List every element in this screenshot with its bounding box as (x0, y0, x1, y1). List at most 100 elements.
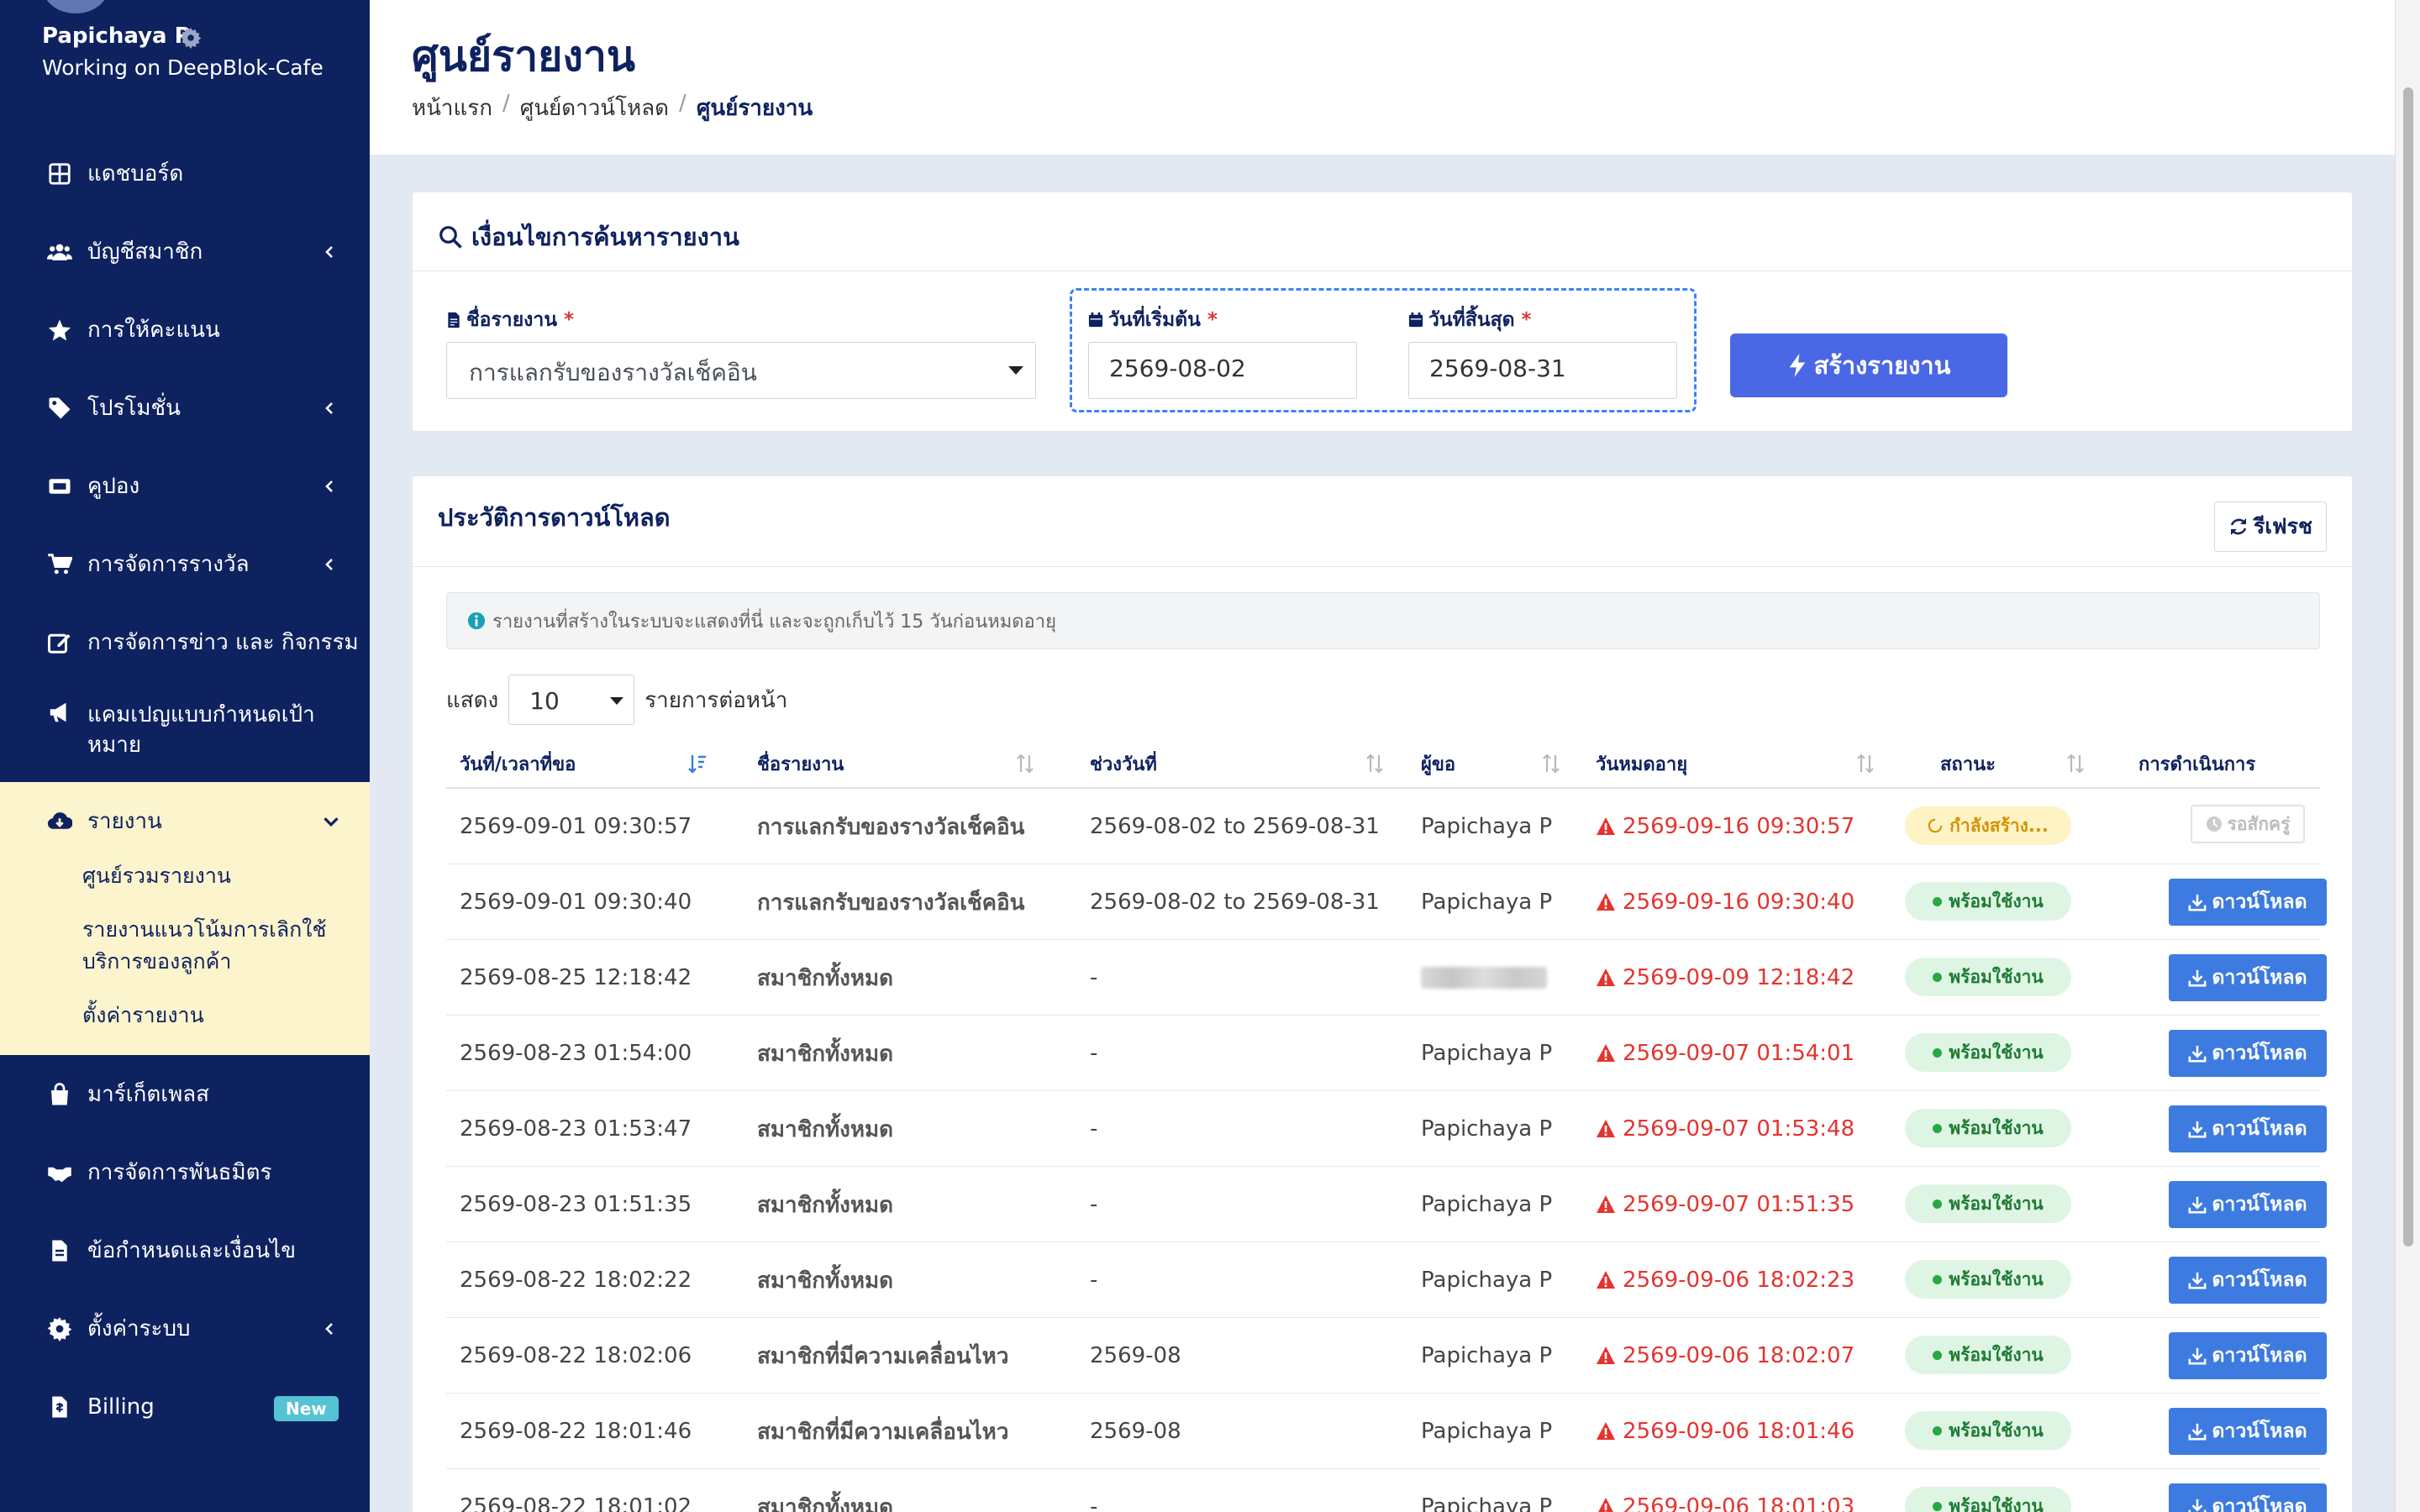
status-dot (1933, 1274, 1943, 1284)
sidebar-item-promotion[interactable]: โปรโมชั่น (0, 369, 370, 447)
download-label: ดาวน์โหลด (2212, 1269, 2307, 1291)
warning-icon (1596, 892, 1616, 912)
refresh-icon (2228, 517, 2249, 537)
sidebar-item-rating[interactable]: การให้คะแนน (0, 291, 370, 369)
start-date-label: วันที่เริ่มต้น * (1088, 305, 1218, 335)
sidebar-item-news[interactable]: การจัดการข่าว และ กิจกรรม (0, 603, 370, 681)
page-scrollbar[interactable] (2395, 0, 2420, 1512)
column-header-date-range[interactable]: ช่วงวันที่ (1090, 738, 1157, 789)
create-report-button[interactable]: สร้างรายงาน (1730, 333, 2007, 397)
show-label: แสดง (446, 687, 499, 713)
submenu-item-report-settings[interactable]: ตั้งค่ารายงาน (82, 1000, 370, 1050)
download-button[interactable]: ดาวน์โหลด (2169, 954, 2327, 1001)
sidebar: Papichaya P Working on DeepBlok-Cafe แดช… (0, 0, 370, 1512)
sort-icon[interactable] (1365, 753, 1384, 774)
submenu-item-report-center[interactable]: ศูนย์รวมรายงาน (82, 860, 370, 892)
invoice-icon (47, 1394, 72, 1420)
download-icon (2188, 893, 2207, 911)
start-date-input[interactable]: 2569-08-02 (1088, 342, 1357, 399)
sort-icon[interactable] (2066, 753, 2085, 774)
cell-date-range: - (1090, 1192, 1098, 1217)
sidebar-item-partners[interactable]: การจัดการพันธมิตร (0, 1133, 370, 1211)
cell-requested: 2569-08-22 18:02:06 (460, 1343, 692, 1368)
download-button[interactable]: ดาวน์โหลด (2169, 1332, 2327, 1379)
per-page-label: รายการต่อหน้า (644, 687, 788, 713)
page-size-select[interactable]: 10 (508, 675, 635, 725)
user-settings-gear-icon[interactable] (180, 27, 202, 49)
cell-expires: 2569-09-06 18:01:46 (1596, 1394, 1854, 1469)
table-row: 2569-08-22 18:02:22 สมาชิกทั้งหมด - Papicha… (446, 1242, 2327, 1318)
cell-report-name: สมาชิกที่มีความเคลื่อนไหว (757, 1343, 1009, 1369)
user-name: Papichaya P (42, 24, 191, 49)
sidebar-item-marketplace[interactable]: มาร์เก็ตเพลส (0, 1055, 370, 1133)
warning-icon (1596, 1421, 1616, 1441)
download-icon (2188, 1347, 2207, 1365)
document-icon (47, 1238, 72, 1263)
column-header-requested[interactable]: วันที่/เวลาที่ขอ (460, 738, 576, 789)
expires-value: 2569-09-06 18:02:23 (1623, 1268, 1855, 1293)
working-on-label: Working on DeepBlok-Cafe (42, 55, 324, 80)
breadcrumb-home[interactable]: หน้าแรก (412, 91, 492, 125)
cell-date-range: - (1090, 965, 1098, 990)
cell-requested: 2569-08-25 12:18:42 (460, 965, 692, 990)
download-label: ดาวน์โหลด (2212, 1042, 2307, 1064)
refresh-button[interactable]: รีเฟรช (2214, 501, 2327, 552)
cell-expires: 2569-09-06 18:02:07 (1596, 1318, 1854, 1394)
column-header-status[interactable]: สถานะ (1940, 738, 1996, 789)
sidebar-item-campaign[interactable]: แคมเปญแบบกำหนดเป้าหมาย (0, 681, 370, 782)
status-label: พร้อมใช้งาน (1949, 1117, 2044, 1138)
avatar[interactable] (42, 0, 109, 13)
table-row: 2569-08-23 01:53:47 สมาชิกทั้งหมด - Papicha… (446, 1091, 2327, 1167)
report-name-label-text: ชื่อรายงาน (466, 309, 558, 331)
history-card-title: ประวัติการดาวน์โหลด (438, 503, 671, 532)
status-dot (1933, 1199, 1943, 1209)
report-name-select[interactable]: การแลกรับของรางวัลเช็คอิน (446, 342, 1036, 399)
scrollbar-thumb[interactable] (2403, 87, 2413, 1247)
download-button[interactable]: ดาวน์โหลด (2169, 1408, 2327, 1455)
end-date-input[interactable]: 2569-08-31 (1408, 342, 1677, 399)
sidebar-item-label: ข้อกำหนดและเงื่อนไข (87, 1238, 297, 1263)
sort-icon[interactable] (1542, 753, 1560, 774)
sidebar-item-coupon[interactable]: คูปอง (0, 447, 370, 525)
download-label: ดาวน์โหลด (2212, 1118, 2307, 1140)
download-button[interactable]: ดาวน์โหลด (2169, 879, 2327, 926)
table-row: 2569-08-22 18:01:46 สมาชิกที่มีความเคลื่อ… (446, 1394, 2327, 1469)
column-header-report-name[interactable]: ชื่อรายงาน (757, 738, 844, 789)
warning-icon (1596, 1194, 1616, 1215)
sidebar-item-label: Billing (87, 1394, 155, 1420)
sidebar-item-members[interactable]: บัญชีสมาชิก (0, 213, 370, 291)
sidebar-item-settings[interactable]: ตั้งค่าระบบ (0, 1289, 370, 1368)
sidebar-item-reports-toggle[interactable]: รายงาน (0, 782, 370, 860)
column-header-expires[interactable]: วันหมดอายุ (1596, 738, 1687, 789)
download-button[interactable]: ดาวน์โหลด (2169, 1483, 2327, 1512)
download-label: ดาวน์โหลด (2212, 1345, 2307, 1367)
status-dot (1933, 1501, 1943, 1511)
sidebar-item-rewards[interactable]: การจัดการรางวัล (0, 525, 370, 603)
sidebar-item-billing[interactable]: Billing New (0, 1368, 370, 1446)
column-header-requester[interactable]: ผู้ขอ (1421, 738, 1455, 789)
sidebar-item-dashboard[interactable]: แดชบอร์ด (0, 134, 370, 213)
sort-desc-icon[interactable] (688, 753, 707, 774)
expires-value: 2569-09-06 18:01:46 (1623, 1419, 1855, 1444)
sidebar-item-label: โปรโมชั่น (87, 396, 181, 421)
megaphone-icon (47, 700, 72, 725)
sort-icon[interactable] (1856, 753, 1875, 774)
expires-value: 2569-09-16 09:30:40 (1623, 890, 1855, 915)
chevron-left-icon (323, 245, 336, 259)
cell-requested: 2569-08-22 18:02:22 (460, 1268, 692, 1293)
table-row: 2569-09-01 09:30:57 การแลกรับของรางวัลเช็… (446, 789, 2320, 864)
breadcrumb-download-center[interactable]: ศูนย์ดาวน์โหลด (520, 91, 669, 125)
cell-report-name: สมาชิกทั้งหมด (757, 965, 893, 991)
search-card-title-text: เงื่อนไขการค้นหารายงาน (471, 223, 739, 251)
status-label: พร้อมใช้งาน (1949, 1495, 2044, 1512)
cell-expires: 2569-09-06 18:02:23 (1596, 1242, 1854, 1318)
submenu-item-churn-report[interactable]: รายงานแนวโน้มการเลิกใช้บริการของลูกค้า (82, 914, 370, 978)
download-button[interactable]: ดาวน์โหลด (2169, 1105, 2327, 1152)
download-button[interactable]: ดาวน์โหลด (2169, 1181, 2327, 1228)
refresh-label: รีเฟรช (2253, 514, 2313, 538)
status-label: พร้อมใช้งาน (1949, 1268, 2044, 1289)
download-button[interactable]: ดาวน์โหลด (2169, 1257, 2327, 1304)
download-button[interactable]: ดาวน์โหลด (2169, 1030, 2327, 1077)
sidebar-item-terms[interactable]: ข้อกำหนดและเงื่อนไข (0, 1211, 370, 1289)
sort-icon[interactable] (1016, 753, 1034, 774)
